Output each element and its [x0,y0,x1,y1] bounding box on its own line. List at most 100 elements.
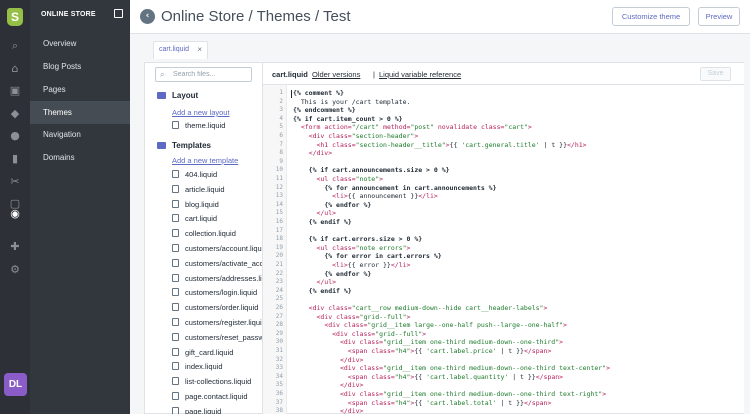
sidebar-item-themes[interactable]: Themes [30,101,130,124]
file-name: customers/register.liquid [185,318,262,327]
search-icon[interactable]: ⌕ [9,40,21,52]
line-number: 28 [275,321,283,329]
back-icon[interactable]: ‹ [140,9,155,24]
code-line[interactable]: {% endif %} [293,287,352,296]
reports-icon[interactable]: ▮ [9,153,21,165]
code-line[interactable]: {% for error in cart.errors %} [293,252,441,261]
globe-icon[interactable]: ◉ [9,208,21,220]
file-item[interactable]: page.contact.liquid [172,392,262,401]
file-search[interactable]: ⌕ [155,67,252,82]
file-name: page.contact.liquid [185,392,248,401]
sidebar-item-domains[interactable]: Domains [30,146,130,169]
file-tab-cart[interactable]: cart.liquid × [153,41,208,59]
file-item[interactable]: article.liquid [172,184,262,194]
code-line[interactable]: <span class="h4">{{ 'cart.label.price' |… [293,347,552,356]
add-template-link[interactable]: Add a new template [172,156,238,165]
line-number: 19 [275,243,283,251]
save-button[interactable]: Save [700,67,731,81]
file-item[interactable]: index.liquid [172,362,262,371]
code-line[interactable]: <span class="h4">{{ 'cart.label.total' |… [293,399,552,408]
file-icon [172,377,179,386]
liquid-reference-link[interactable]: Liquid variable reference [379,70,461,79]
code-line[interactable]: </div> [293,149,332,158]
code-line[interactable]: <ul class="note"> [293,175,383,184]
file-item[interactable]: collection.liquid [172,229,262,238]
line-number: 2 [279,97,283,105]
code-line[interactable]: {% endcomment %} [293,106,356,115]
close-icon[interactable]: × [197,42,202,58]
code-line[interactable]: <div class="grid__item one-third medium-… [293,390,606,399]
gear-icon[interactable]: ⚙ [9,264,21,276]
code-line[interactable]: <span class="h4">{{ 'cart.label.quantity… [293,373,563,382]
code-line[interactable]: <div class="grid__item one-third medium-… [293,364,610,373]
customers-icon[interactable]: ● [9,130,21,142]
search-input[interactable] [173,69,248,80]
code-line[interactable]: {% if cart.announcements.size > 0 %} [293,166,450,175]
code-line[interactable]: {% endif %} [293,218,352,227]
file-item[interactable]: gift_card.liquid [172,347,262,357]
shopify-logo-icon[interactable] [7,8,23,26]
file-item[interactable]: list-collections.liquid [172,377,262,386]
templates-heading[interactable]: Templates [157,141,211,150]
sidebar-item-pages[interactable]: Pages [30,78,130,101]
puzzle-icon[interactable]: ✚ [9,241,21,253]
customize-theme-button[interactable]: Customize theme [612,7,690,26]
file-icon [172,244,179,252]
code-line[interactable]: <div class="section-header"> [293,132,419,141]
sidebar-item-navigation[interactable]: Navigation [30,123,130,146]
code-line[interactable]: This is your /cart template. [293,98,411,107]
preview-button[interactable]: Preview [698,7,740,26]
file-icon [172,347,179,356]
file-item[interactable]: customers/reset_password.liquid [172,332,262,342]
file-item[interactable]: theme.liquid [172,121,262,130]
file-name: page.liquid [185,406,222,414]
layout-heading[interactable]: Layout [157,91,198,100]
code-line[interactable]: {% if cart.item_count > 0 %} [293,115,403,124]
file-item[interactable]: customers/addresses.liquid [172,273,262,283]
older-versions-link[interactable]: Older versions [312,70,360,79]
code-line[interactable]: <li>{{ announcement }}</li> [293,192,438,201]
file-item[interactable]: blog.liquid [172,199,262,209]
line-number: 6 [279,132,283,139]
orders-icon[interactable]: ▣ [9,85,21,97]
code-line[interactable]: <form action="/cart" method="post" noval… [293,123,532,132]
code-line[interactable]: <h1 class="section-header__title">{{ 'ca… [293,141,586,150]
file-item[interactable]: cart.liquid [172,214,262,223]
code-line[interactable]: <li>{{ error }}</li> [293,261,410,270]
code-line[interactable]: </div> [293,356,363,365]
file-item[interactable]: customers/order.liquid [172,303,262,312]
file-icon [172,288,179,297]
code-line[interactable]: {% endfor %} [293,201,371,210]
tag-icon[interactable]: ◆ [9,108,21,120]
code-line[interactable]: <div class="grid--full"> [293,330,426,339]
external-link-icon[interactable] [114,9,123,18]
code-line[interactable]: <div class="cart__row medium-down--hide … [293,304,548,313]
file-item[interactable]: customers/register.liquid [172,318,262,327]
file-item[interactable]: customers/activate_account.liquid [172,258,262,268]
code-line[interactable]: </ul> [293,209,336,218]
file-item[interactable]: customers/login.liquid [172,288,262,297]
code-line[interactable]: {% for announcement in cart.announcement… [293,184,496,193]
code-line[interactable]: </div> [293,407,363,414]
code-line[interactable]: <div class="grid__item large--one-half p… [293,321,567,330]
code-line[interactable]: </ul> [293,278,336,287]
line-number: 8 [279,149,283,157]
code-line[interactable]: {% endfor %} [293,270,371,279]
scrollbar[interactable] [744,62,750,414]
add-layout-link[interactable]: Add a new layout [172,108,230,117]
code-line[interactable]: <div class="grid__item one-third medium-… [293,338,563,347]
home-icon[interactable]: ⌂ [9,63,21,75]
code-line[interactable]: <div class="grid--full"> [293,313,410,322]
file-item[interactable]: page.liquid [172,406,262,414]
file-item[interactable]: 404.liquid [172,170,262,179]
code-line[interactable]: <ul class="note errors"> [293,244,410,253]
discounts-icon[interactable]: ✂ [9,176,21,188]
avatar[interactable]: DL [4,373,27,396]
code-line[interactable]: </div> [293,381,363,390]
sidebar-item-blog-posts[interactable]: Blog Posts [30,55,130,78]
file-item[interactable]: customers/account.liquid [172,244,262,253]
file-name: article.liquid [185,184,225,194]
sidebar-item-overview[interactable]: Overview [30,32,130,55]
code-line[interactable]: {% if cart.errors.size > 0 %} [293,235,423,244]
code-line[interactable]: {% comment %} [293,89,344,98]
